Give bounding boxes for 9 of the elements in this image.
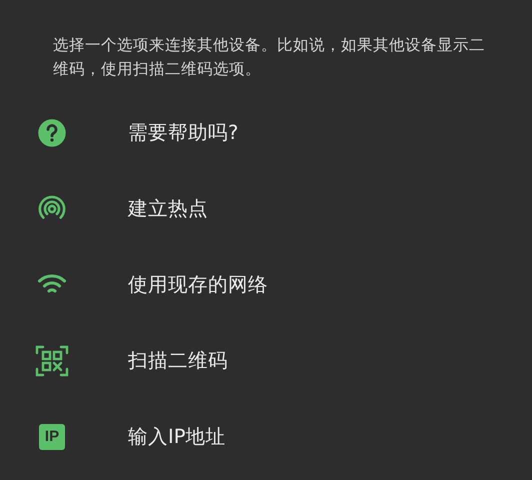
option-label[interactable]: 需要帮助吗? [128,118,238,148]
option-label[interactable]: 扫描二维码 [128,346,228,376]
help-icon [37,118,67,148]
option-label[interactable]: 建立热点 [128,194,208,224]
ip-icon: IP [39,424,65,450]
description-text: 选择一个选项来连接其他设备。比如说，如果其他设备显示二维码，使用扫描二维码选项。 [53,35,486,80]
qr-code-icon [35,344,69,378]
option-label[interactable]: 使用现存的网络 [128,270,268,300]
option-label[interactable]: 输入IP地址 [128,422,226,452]
